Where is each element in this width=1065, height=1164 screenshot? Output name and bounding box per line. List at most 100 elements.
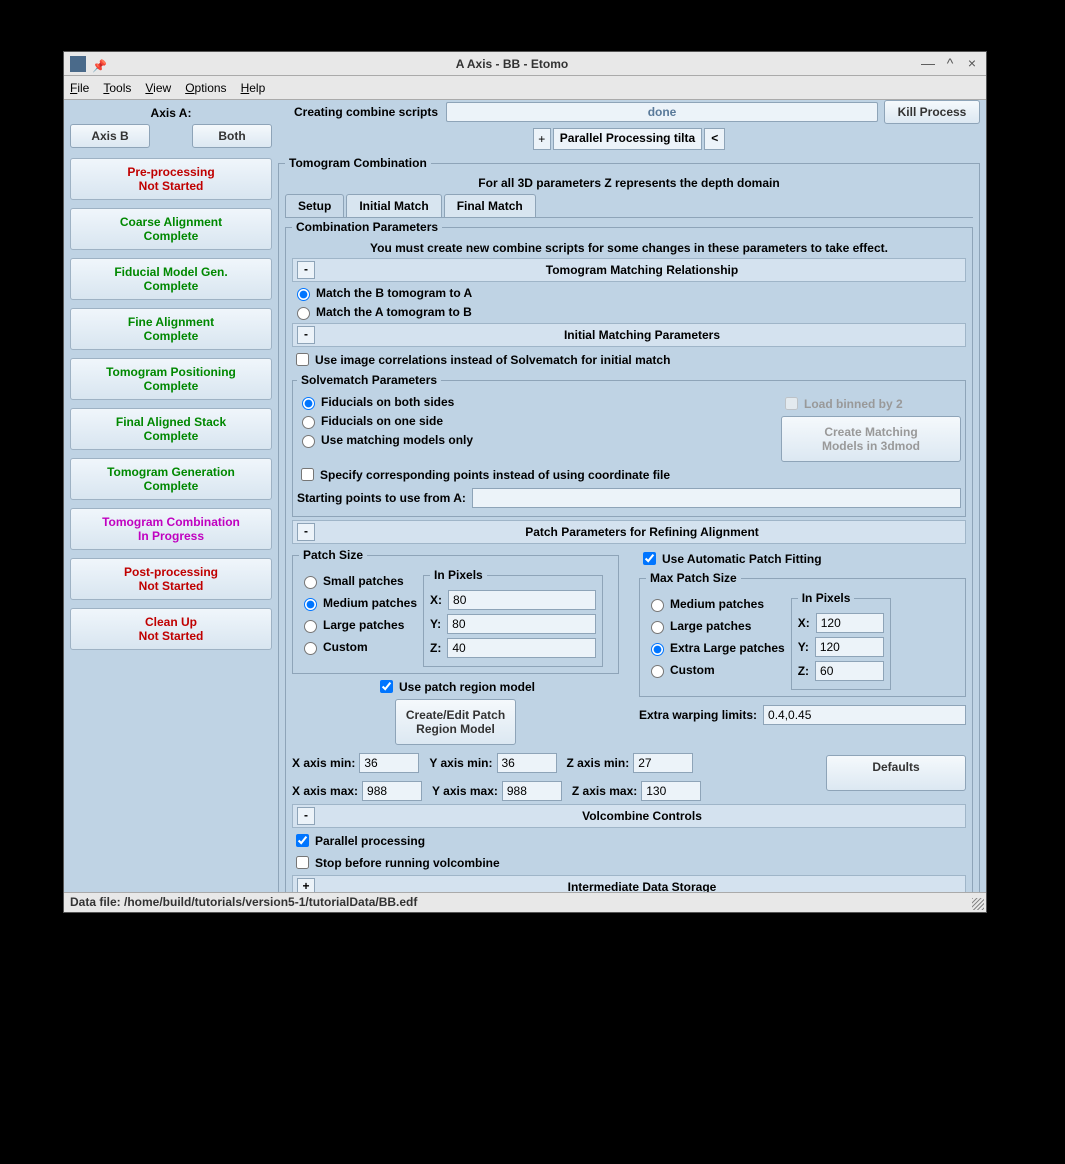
patch-size-legend: Patch Size [299, 548, 367, 562]
stage-button-1[interactable]: Coarse AlignmentComplete [70, 208, 272, 250]
collapse-volcombine-button[interactable]: - [297, 807, 315, 825]
menu-help[interactable]: Help [241, 81, 266, 95]
app-icon [70, 56, 86, 72]
tab-setup[interactable]: Setup [285, 194, 344, 217]
check-specify-points[interactable] [301, 468, 314, 481]
radio-small-patches[interactable] [304, 576, 317, 589]
check-auto-patch-fitting[interactable] [643, 552, 656, 565]
radio-a-to-b[interactable] [297, 307, 310, 320]
content: Axis A: Axis B Both Pre-processingNot St… [64, 100, 986, 892]
tomogram-combination-fieldset: Tomogram Combination For all 3D paramete… [278, 156, 980, 892]
radio-fid-both[interactable] [302, 397, 315, 410]
menu-options[interactable]: Options [185, 81, 226, 95]
radio-max-custom[interactable] [651, 665, 664, 678]
radio-max-xl[interactable] [651, 643, 664, 656]
stage-button-8[interactable]: Post-processingNot Started [70, 558, 272, 600]
storage-title: Intermediate Data Storage [319, 877, 965, 892]
patch-parameters-title: Patch Parameters for Refining Alignment [319, 522, 965, 542]
menubar: File Tools View Options Help [64, 76, 986, 100]
minimize-button[interactable]: — [920, 56, 936, 72]
stage-button-4[interactable]: Tomogram PositioningComplete [70, 358, 272, 400]
tomogram-combination-legend: Tomogram Combination [285, 156, 431, 170]
close-button[interactable]: × [964, 56, 980, 72]
status-bar: done [446, 102, 878, 122]
input-x-min[interactable] [359, 753, 419, 773]
input-warp-limits[interactable] [763, 705, 966, 725]
maximize-button[interactable]: ^ [942, 56, 958, 72]
collapse-patch-button[interactable]: - [297, 523, 315, 541]
label-starting-points: Starting points to use from A: [297, 491, 466, 505]
check-stop-before-volcombine[interactable] [296, 856, 309, 869]
check-use-region-model[interactable] [380, 680, 393, 693]
label-use-models: Use matching models only [321, 433, 473, 447]
radio-use-models[interactable] [302, 435, 315, 448]
max-patch-size-fieldset: Max Patch Size Medium patches Large patc… [639, 571, 966, 697]
tab-final-match[interactable]: Final Match [444, 194, 536, 217]
label-b-to-a: Match the B tomogram to A [316, 286, 472, 300]
stage-button-7[interactable]: Tomogram CombinationIn Progress [70, 508, 272, 550]
stage-button-9[interactable]: Clean UpNot Started [70, 608, 272, 650]
label-load-binned: Load binned by 2 [804, 397, 903, 411]
radio-large-patches[interactable] [304, 620, 317, 633]
input-starting-points[interactable] [472, 488, 961, 508]
status-label: Creating combine scripts [294, 105, 438, 119]
radio-fid-one[interactable] [302, 416, 315, 429]
input-maxpx-z[interactable] [815, 661, 884, 681]
input-px-x[interactable] [448, 590, 596, 610]
patch-size-fieldset: Patch Size Small patches Medium patches … [292, 548, 619, 674]
axis-both-button[interactable]: Both [192, 124, 272, 148]
stage-button-3[interactable]: Fine AlignmentComplete [70, 308, 272, 350]
axis-b-button[interactable]: Axis B [70, 124, 150, 148]
radio-max-large[interactable] [651, 621, 664, 634]
input-y-min[interactable] [497, 753, 557, 773]
parallel-collapse-button[interactable]: < [704, 128, 725, 150]
combination-parameters-legend: Combination Parameters [292, 220, 442, 234]
pin-icon[interactable]: 📌 [92, 59, 102, 69]
radio-max-medium[interactable] [651, 599, 664, 612]
combination-parameters-fieldset: Combination Parameters You must create n… [285, 220, 973, 892]
menu-view[interactable]: View [145, 81, 171, 95]
resize-grip[interactable] [972, 898, 984, 910]
check-use-correlations[interactable] [296, 353, 309, 366]
collapse-matching-button[interactable]: - [297, 261, 315, 279]
input-px-y[interactable] [447, 614, 596, 634]
radio-medium-patches[interactable] [304, 598, 317, 611]
solvematch-legend: Solvematch Parameters [297, 373, 441, 387]
titlebar[interactable]: 📌 A Axis - BB - Etomo — ^ × [64, 52, 986, 76]
create-matching-models-button: Create Matching Models in 3dmod [781, 416, 961, 462]
tab-initial-match[interactable]: Initial Match [346, 194, 441, 217]
input-z-max[interactable] [641, 781, 701, 801]
input-x-max[interactable] [362, 781, 422, 801]
max-pixels-fieldset: In Pixels X: Y: Z: [791, 591, 891, 690]
window-title: A Axis - BB - Etomo [110, 57, 914, 71]
collapse-initial-button[interactable]: - [297, 326, 315, 344]
sidebar: Axis A: Axis B Both Pre-processingNot St… [64, 100, 278, 892]
check-parallel-processing[interactable] [296, 834, 309, 847]
input-y-max[interactable] [502, 781, 562, 801]
stage-button-2[interactable]: Fiducial Model Gen.Complete [70, 258, 272, 300]
stage-button-6[interactable]: Tomogram GenerationComplete [70, 458, 272, 500]
label-specify-points: Specify corresponding points instead of … [320, 468, 670, 482]
parallel-expand-button[interactable]: + [533, 128, 551, 150]
matching-relationship-title: Tomogram Matching Relationship [319, 260, 965, 280]
initial-matching-title: Initial Matching Parameters [319, 325, 965, 345]
input-px-z[interactable] [447, 638, 596, 658]
check-load-binned [785, 397, 798, 410]
defaults-button[interactable]: Defaults [826, 755, 966, 791]
label-warp-limits: Extra warping limits: [639, 708, 757, 722]
stage-button-0[interactable]: Pre-processingNot Started [70, 158, 272, 200]
label-a-to-b: Match the A tomogram to B [316, 305, 472, 319]
volcombine-title: Volcombine Controls [319, 806, 965, 826]
create-region-model-button[interactable]: Create/Edit Patch Region Model [395, 699, 516, 745]
expand-storage-button[interactable]: + [297, 878, 315, 892]
input-maxpx-y[interactable] [815, 637, 884, 657]
menu-tools[interactable]: Tools [103, 81, 131, 95]
menu-file[interactable]: File [70, 81, 89, 95]
radio-b-to-a[interactable] [297, 288, 310, 301]
radio-custom-patches[interactable] [304, 642, 317, 655]
status-bar-footer: Data file: /home/build/tutorials/version… [64, 892, 986, 912]
kill-process-button[interactable]: Kill Process [884, 100, 980, 124]
input-maxpx-x[interactable] [816, 613, 884, 633]
input-z-min[interactable] [633, 753, 693, 773]
stage-button-5[interactable]: Final Aligned StackComplete [70, 408, 272, 450]
